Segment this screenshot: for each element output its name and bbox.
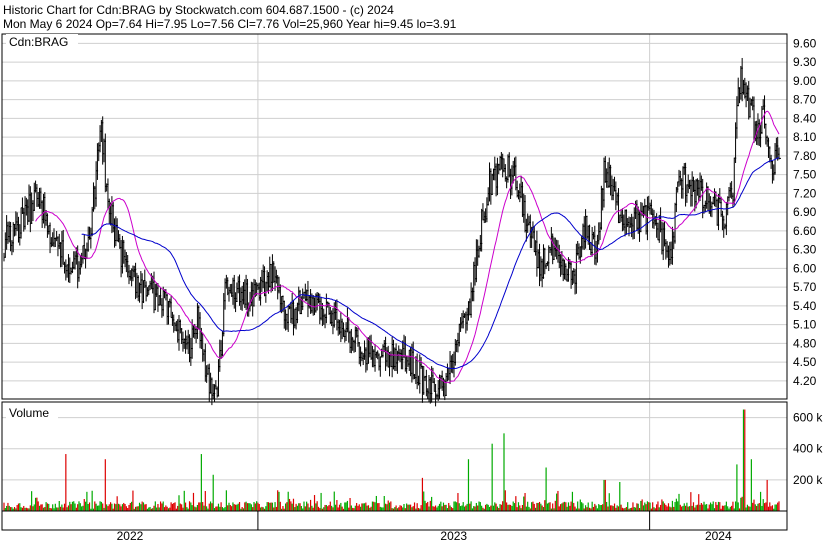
price-y-tick-label: 8.70: [793, 93, 817, 107]
volume-y-tick-label: 600 k: [793, 411, 823, 425]
price-panel-frame: [1, 33, 788, 400]
price-y-tick-label: 5.40: [793, 299, 817, 313]
price-y-tick-label: 8.10: [793, 130, 817, 144]
price-y-tick-label: 4.50: [793, 355, 817, 369]
price-y-tick-label: 9.00: [793, 74, 817, 88]
price-y-tick-label: 8.40: [793, 111, 817, 125]
price-y-tick-label: 4.20: [793, 374, 817, 388]
price-y-tick-label: 6.00: [793, 261, 817, 275]
price-y-tick-label: 5.70: [793, 280, 817, 294]
chart-header-line-1: Historic Chart for Cdn:BRAG by Stockwatc…: [3, 3, 394, 17]
price-y-tick-label: 9.60: [793, 36, 817, 50]
volume-y-tick-label: 400 k: [793, 442, 823, 456]
stock-chart: Historic Chart for Cdn:BRAG by Stockwatc…: [1, 3, 823, 543]
x-year-label: 2023: [440, 529, 467, 543]
price-y-tick-label: 9.30: [793, 55, 817, 69]
price-marks: [3, 57, 781, 407]
price-y-tick-label: 7.50: [793, 168, 817, 182]
price-y-tick-label: 4.80: [793, 336, 817, 350]
ma-long-line: [81, 157, 780, 370]
x-axis-labels: 2022 2023 2024: [117, 511, 732, 543]
price-y-tick-label: 6.60: [793, 224, 817, 238]
volume-panel-frame: [1, 401, 788, 512]
volume-panel-label: Volume: [9, 406, 49, 420]
x-axis-frame: [1, 510, 788, 531]
price-grid: 9.60 9.30 9.00 8.70 8.40 8.10 7.80 7.50 7.20 6.90…: [2, 34, 817, 399]
price-y-tick-label: 5.10: [793, 318, 817, 332]
chart-frames: [1, 33, 788, 531]
chart-header-line-2: Mon May 6 2024 Op=7.64 Hi=7.95 Lo=7.56 C…: [3, 17, 457, 31]
x-year-label: 2024: [705, 529, 732, 543]
price-y-tick-label: 7.80: [793, 149, 817, 163]
x-year-label: 2022: [117, 529, 144, 543]
price-y-tick-label: 6.90: [793, 205, 817, 219]
volume-y-tick-label: 200 k: [793, 473, 823, 487]
volume-marks: [3, 409, 780, 511]
volume-grid: 600 k 400 k 200 k: [2, 402, 823, 511]
price-panel-label: Cdn:BRAG: [9, 35, 68, 49]
price-y-tick-label: 7.20: [793, 186, 817, 200]
price-y-tick-label: 6.30: [793, 243, 817, 257]
